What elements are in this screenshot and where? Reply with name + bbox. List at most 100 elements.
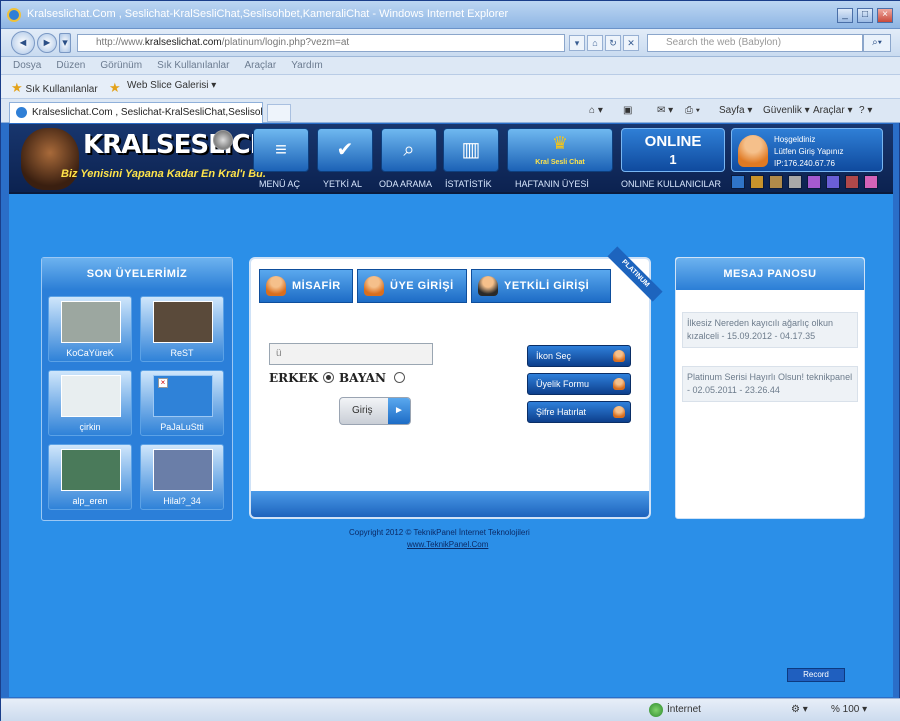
- admin-icon: [478, 276, 498, 296]
- mail-icon[interactable]: ✉ ▾: [657, 105, 673, 116]
- help-icon[interactable]: ? ▾: [859, 105, 872, 116]
- online-label: ONLINE: [644, 133, 702, 150]
- welcome-text: Hoşgeldiniz: [774, 135, 816, 144]
- get-authority-button[interactable]: ✔: [317, 128, 373, 172]
- room-search-button[interactable]: ⌕: [381, 128, 437, 172]
- arrow-right-icon: ►: [388, 398, 410, 424]
- web-slice-gallery[interactable]: Web Slice Galerisi ▾: [127, 80, 216, 91]
- guest-icon: [266, 276, 286, 296]
- tools-menu[interactable]: Araçlar ▾: [813, 105, 852, 116]
- theme-swatch-red[interactable]: [845, 175, 859, 189]
- member-card[interactable]: alp_eren: [48, 444, 132, 510]
- back-button[interactable]: ◄: [11, 31, 35, 55]
- footer-link[interactable]: www.TeknikPanel.Com: [407, 540, 488, 549]
- username-input[interactable]: ü: [269, 343, 433, 365]
- theme-swatch-pink[interactable]: [864, 175, 878, 189]
- tab-admin-label: YETKİLİ GİRİŞİ: [504, 280, 590, 292]
- navigation-bar: ◄ ► ▾ http://www.kralseslichat.com/plati…: [1, 29, 900, 57]
- new-tab-button[interactable]: [267, 104, 291, 122]
- tab-admin-login[interactable]: YETKİLİ GİRİŞİ: [471, 269, 611, 303]
- page-menu[interactable]: Sayfa ▾: [719, 105, 752, 116]
- web-page: KRALSESLiCHAT Biz Yenisini Yapana Kadar …: [9, 124, 893, 697]
- print-icon[interactable]: ⎙ ▾: [685, 105, 700, 116]
- compat-view-icon[interactable]: ▾: [569, 35, 585, 51]
- theme-swatch-orange[interactable]: [750, 175, 764, 189]
- login-submit-button[interactable]: Giriş ►: [339, 397, 411, 425]
- ip-address-text: IP:176.240.67.76: [774, 159, 835, 168]
- maximize-button[interactable]: □: [857, 8, 873, 23]
- close-button[interactable]: ×: [877, 8, 893, 23]
- member-name: Hilal?_34: [163, 496, 201, 506]
- menu-open-label: MENÜ AÇ: [259, 179, 301, 189]
- tab-member-login[interactable]: ÜYE GİRİŞİ: [357, 269, 467, 303]
- week-member-button[interactable]: ♛ Kral Sesli Chat: [507, 128, 613, 172]
- menu-icon: ≡: [275, 139, 287, 161]
- tab-guest[interactable]: MİSAFİR: [259, 269, 353, 303]
- menu-item-edit[interactable]: Düzen: [56, 57, 85, 75]
- crown-icon: ♛: [551, 133, 569, 153]
- stop-icon[interactable]: ✕: [623, 35, 639, 51]
- history-dropdown[interactable]: ▾: [59, 33, 71, 53]
- refresh-icon[interactable]: ↻: [605, 35, 621, 51]
- feeds-icon[interactable]: ▣: [623, 105, 632, 116]
- member-card[interactable]: ReST: [140, 296, 224, 362]
- member-card[interactable]: KoCaYüreK: [48, 296, 132, 362]
- url-prefix: http://www.: [96, 37, 145, 48]
- member-photo: ×: [153, 375, 213, 417]
- login-submit-label: Giriş: [352, 405, 373, 416]
- member-card[interactable]: çirkin: [48, 370, 132, 436]
- theme-swatch-indigo[interactable]: [826, 175, 840, 189]
- copyright-text: Copyright 2012 © TeknikPanel İnternet Te…: [349, 528, 530, 537]
- address-input[interactable]: http://www.kralseslichat.com/platinum/lo…: [77, 34, 565, 52]
- online-counter[interactable]: ONLINE 1: [621, 128, 725, 172]
- theme-swatch-gray[interactable]: [788, 175, 802, 189]
- user-info-box: Hoşgeldiniz Lütfen Giriş Yapınız IP:176.…: [731, 128, 883, 172]
- favorites-button[interactable]: ★ Sık Kullanılanlar: [11, 80, 98, 96]
- theme-swatch-purple[interactable]: [807, 175, 821, 189]
- select-icon-label: İkon Seç: [536, 351, 572, 361]
- menu-item-view[interactable]: Görünüm: [100, 57, 142, 75]
- protected-mode-icon[interactable]: ⚙ ▾: [791, 704, 808, 715]
- site-header: KRALSESLiCHAT Biz Yenisini Yapana Kadar …: [9, 124, 893, 194]
- browser-tab[interactable]: Kralseslichat.Com , Seslichat-KralSesliC…: [9, 102, 263, 123]
- minimize-button[interactable]: _: [837, 8, 853, 23]
- record-button[interactable]: Record: [787, 668, 845, 682]
- menu-open-button[interactable]: ≡: [253, 128, 309, 172]
- forgot-password-label: Şifre Hatırlat: [536, 407, 587, 417]
- theme-swatch-blue[interactable]: [731, 175, 745, 189]
- statistics-button[interactable]: ▥: [443, 128, 499, 172]
- web-slice-label: Web Slice Galerisi ▾: [127, 80, 217, 91]
- url-domain: kralseslichat.com: [144, 37, 222, 48]
- avatar-icon: [738, 135, 768, 167]
- gender-male-radio[interactable]: [323, 372, 334, 383]
- gender-female-radio[interactable]: [394, 372, 405, 383]
- rss-icon[interactable]: ⌂: [587, 35, 603, 51]
- menu-item-tools[interactable]: Araçlar: [244, 57, 276, 75]
- user-check-icon: ✔: [336, 139, 354, 161]
- select-icon-button[interactable]: İkon Seç: [527, 345, 631, 367]
- favicon-icon: [16, 107, 27, 118]
- safety-menu[interactable]: Güvenlik ▾: [763, 105, 810, 116]
- theme-swatch-brown[interactable]: [769, 175, 783, 189]
- forgot-password-button[interactable]: Şifre Hatırlat: [527, 401, 631, 423]
- member-card[interactable]: × PaJaLuStti: [140, 370, 224, 436]
- globe-icon: [649, 703, 663, 717]
- broken-image-icon: ×: [158, 378, 168, 388]
- home-icon[interactable]: ⌂ ▾: [589, 105, 603, 116]
- register-button[interactable]: Üyelik Formu: [527, 373, 631, 395]
- member-name: çirkin: [79, 422, 101, 432]
- latest-members-panel: SON ÜYELERİMİZ KoCaYüreK ReST çirkin × P…: [41, 257, 233, 521]
- menu-item-file[interactable]: Dosya: [13, 57, 41, 75]
- forward-button[interactable]: ►: [37, 33, 57, 53]
- member-card[interactable]: Hilal?_34: [140, 444, 224, 510]
- search-input[interactable]: Search the web (Babylon): [647, 34, 863, 52]
- get-authority-label: YETKİ AL: [323, 179, 363, 189]
- login-panel: MİSAFİR ÜYE GİRİŞİ YETKİLİ GİRİŞİ PLATIN…: [249, 246, 663, 519]
- menu-item-help[interactable]: Yardım: [291, 57, 323, 75]
- king-badge-text: Kral Sesli Chat: [535, 159, 585, 166]
- zoom-level[interactable]: % 100 ▾: [831, 704, 867, 715]
- add-favorite-icon[interactable]: ★: [109, 80, 121, 96]
- favorites-label: Sık Kullanılanlar: [25, 84, 98, 95]
- magnifier-icon[interactable]: ⌕▾: [863, 34, 891, 52]
- menu-item-favorites[interactable]: Sık Kullanılanlar: [157, 57, 229, 75]
